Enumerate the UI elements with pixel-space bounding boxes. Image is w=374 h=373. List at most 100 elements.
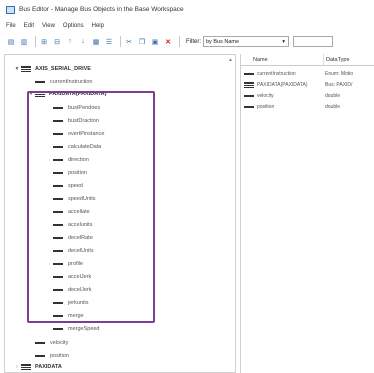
bus-element-icon [53, 159, 63, 161]
menu-options[interactable]: Options [63, 23, 84, 29]
paste-icon[interactable]: ▣ [150, 37, 160, 47]
tree-element-node[interactable]: currentInstruction [27, 76, 93, 88]
expand-toggle-icon[interactable]: ▼ [13, 66, 21, 72]
grid-header: Name DataType [241, 54, 374, 66]
copy-icon[interactable]: ❐ [137, 37, 147, 47]
column-header-name[interactable]: Name [241, 54, 323, 65]
tree-node-label: velocity [50, 340, 69, 346]
menu-help[interactable]: Help [92, 23, 104, 29]
tree-element-node[interactable]: position [45, 167, 87, 179]
tree-element-node[interactable]: velocity [27, 337, 68, 349]
grid-cell-name-text: position [257, 104, 275, 110]
tree-element-node[interactable]: overtPinstance [45, 128, 104, 140]
bus-object-icon [21, 364, 31, 370]
element-grid-pane: Name DataType currentInstruction Enum: Mo… [240, 54, 374, 373]
tree-element-node[interactable]: calculateData [45, 141, 101, 153]
column-header-datatype[interactable]: DataType [323, 54, 374, 65]
bus-element-icon [53, 302, 63, 304]
grid-cell-name-text: currentInstruction [257, 71, 296, 77]
tree-element-node[interactable]: mergeSpeed [45, 323, 100, 335]
tree-element-node[interactable]: accelunits [45, 219, 92, 231]
move-down-icon[interactable]: ↓ [78, 37, 88, 47]
tree-node-label: decelJerk [68, 287, 92, 293]
tree-bus-node[interactable]: ▼ PAXIDATA(PAXIDATA) [27, 88, 106, 100]
tree-element-node[interactable]: accelJerk [45, 271, 91, 283]
tree-element-node[interactable]: speed [45, 180, 83, 192]
tree-node-label: accellate [68, 209, 90, 215]
move-up-icon[interactable]: ↑ [65, 37, 75, 47]
title-bar: Bus Editor - Manage Bus Objects in the B… [0, 0, 374, 19]
bus-element-icon [53, 289, 63, 291]
grid-cell-name-text: PAXIDATA(PAXIDATA) [257, 82, 308, 88]
add-element-icon[interactable]: ⊟ [52, 37, 62, 47]
tree-element-node[interactable]: jerkunits [45, 297, 88, 309]
bus-element-icon [53, 263, 63, 265]
bus-element-icon [53, 146, 63, 148]
bus-element-icon [53, 276, 63, 278]
bus-element-icon [35, 81, 45, 83]
tree-node-label: mergeSpeed [68, 326, 100, 332]
grid-cell-name-text: velocity [257, 93, 274, 99]
grid-row[interactable]: PAXIDATA(PAXIDATA) Bus: PAXID/ [241, 80, 374, 90]
filter-dropdown[interactable]: by Bus Name ▾ [203, 36, 289, 47]
bus-element-icon [53, 172, 63, 174]
tree-bus-node[interactable]: ▼ AXIS_SERIAL_DRIVE [13, 63, 91, 75]
import-icon[interactable]: ▤ [6, 37, 16, 47]
tree-bus-node[interactable]: › PAXIDATA [13, 361, 62, 372]
tree-node-label: position [68, 170, 87, 176]
delete-icon[interactable]: ✕ [163, 37, 173, 47]
list-icon[interactable]: ☰ [104, 37, 114, 47]
bus-element-icon [53, 198, 63, 200]
grid-cell-name: position [241, 102, 323, 112]
menu-file[interactable]: File [6, 23, 16, 29]
bus-element-icon [53, 185, 63, 187]
tree-node-label: decelRate [68, 235, 93, 241]
tree-element-node[interactable]: speedUnits [45, 193, 96, 205]
bus-element-icon [53, 250, 63, 252]
tree-element-node[interactable]: merge [45, 310, 84, 322]
menu-edit[interactable]: Edit [24, 23, 34, 29]
tree-node-label: bustDraction [68, 118, 99, 124]
tree-node-label: overtPinstance [68, 131, 105, 137]
tree-element-node[interactable]: direction [45, 154, 89, 166]
tree-element-node[interactable]: decelUnits [45, 245, 94, 257]
tree-element-node[interactable]: bustDraction [45, 115, 99, 127]
grid-row[interactable]: currentInstruction Enum: Motio [241, 69, 374, 79]
bus-element-icon [53, 107, 63, 109]
grid-icon[interactable]: ▦ [91, 37, 101, 47]
tree-node-label: AXIS_SERIAL_DRIVE [35, 66, 91, 72]
bus-element-icon [244, 95, 254, 97]
tree-element-node[interactable]: profile [45, 258, 83, 270]
expand-toggle-icon[interactable]: › [13, 364, 21, 370]
bus-tree-pane[interactable]: ▲ ▼ AXIS_SERIAL_DRIVE currentInstruction ▼ P… [4, 54, 236, 373]
scroll-up-icon[interactable]: ▲ [228, 57, 233, 63]
tree-node-label: accelunits [68, 222, 93, 228]
tree-node-label: decelUnits [68, 248, 94, 254]
tree-element-node[interactable]: decelRate [45, 232, 93, 244]
toolbar: ▤ ▥ ⊞ ⊟ ↑ ↓ ▦ ☰ ✂ ❐ ▣ ✕ Filter: by Bus N… [0, 33, 374, 50]
menu-view[interactable]: View [42, 23, 55, 29]
tree-element-node[interactable]: accellate [45, 206, 90, 218]
bus-element-icon [53, 133, 63, 135]
export-icon[interactable]: ▥ [19, 37, 29, 47]
bus-element-icon [53, 328, 63, 330]
tree-node-label: jerkunits [68, 300, 89, 306]
tree-element-node[interactable]: bustPendoes [45, 102, 100, 114]
tree-element-node[interactable]: decelJerk [45, 284, 92, 296]
bus-element-icon [244, 106, 254, 108]
add-bus-icon[interactable]: ⊞ [39, 37, 49, 47]
bus-element-icon [53, 315, 63, 317]
cut-icon[interactable]: ✂ [124, 37, 134, 47]
tree-node-label: profile [68, 261, 83, 267]
bus-element-icon [244, 73, 254, 75]
toolbar-divider [120, 36, 121, 47]
expand-toggle-icon[interactable]: ▼ [27, 91, 35, 97]
grid-row[interactable]: position double [241, 102, 374, 112]
tree-node-label: accelJerk [68, 274, 92, 280]
grid-cell-datatype: Enum: Motio [325, 71, 354, 77]
grid-cell-datatype: double [325, 93, 341, 99]
filter-text-field[interactable] [293, 36, 333, 47]
grid-row[interactable]: velocity double [241, 91, 374, 101]
tree-node-label: PAXIDATA(PAXIDATA) [49, 91, 107, 97]
tree-node-label: speedUnits [68, 196, 96, 202]
